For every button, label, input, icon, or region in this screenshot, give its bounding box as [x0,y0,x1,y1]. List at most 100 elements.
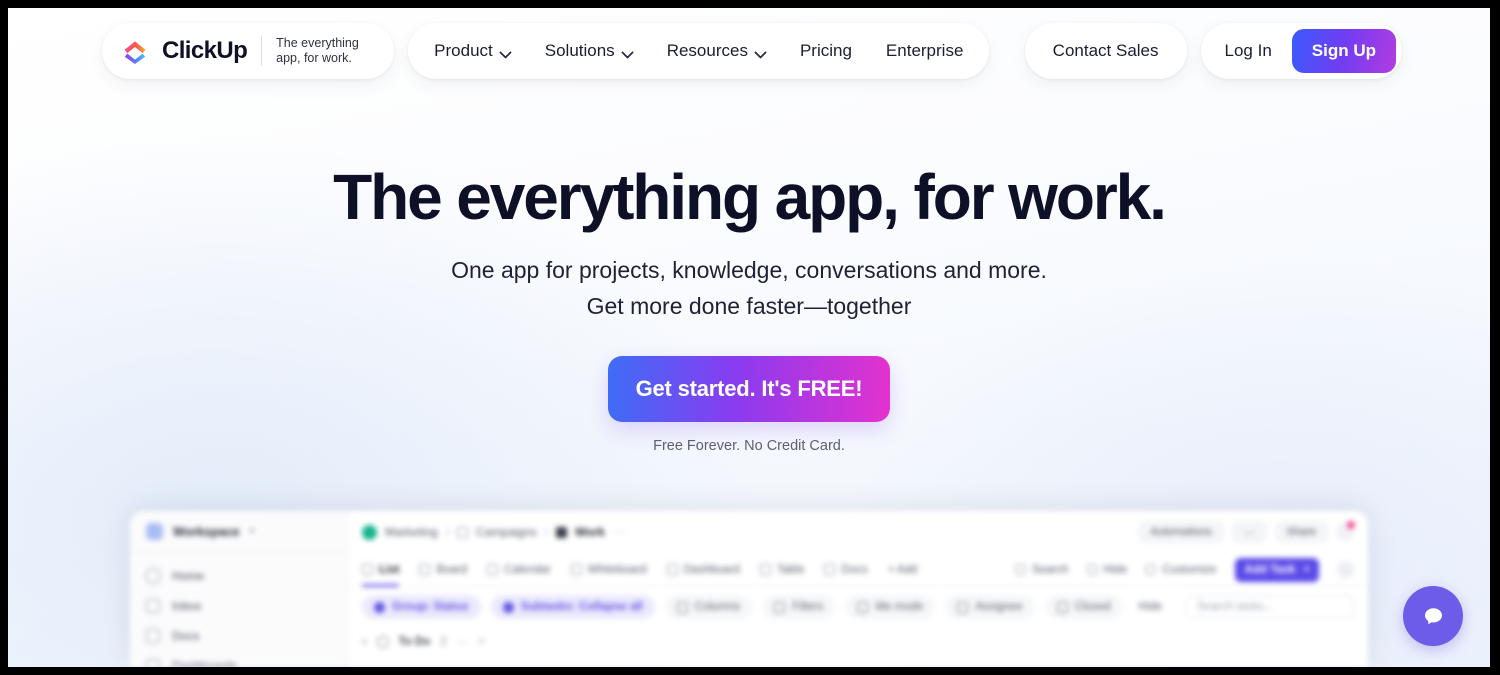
task-group-header: ▾ To Do 2 ⋯ + [348,627,1368,657]
sidebar-item-docs[interactable]: Docs [130,621,347,651]
group-icon [374,601,385,613]
task-group-count: 2 [440,636,447,648]
columns-icon [676,601,688,613]
auth-pill: Log In Sign Up [1200,23,1402,79]
workspace-name: Workspace [173,524,240,539]
sidebar-item-inbox-label: Inbox [172,599,202,613]
contact-sales-link[interactable]: Contact Sales [1053,41,1159,61]
logo-tagline: The everything app, for work. [276,36,359,65]
add-task-button[interactable]: Add Task ▾ [1234,557,1319,582]
filters-chip[interactable]: Filters [762,595,836,619]
tab-board-label: Board [436,563,468,576]
sign-up-button[interactable]: Sign Up [1291,29,1396,73]
avatar[interactable] [1337,561,1354,578]
view-tools-group: Search Hide Customize Add Task ▾ [1015,557,1354,582]
search-button[interactable]: Search [1015,564,1069,576]
tab-whiteboard-label: Whiteboard [587,563,647,576]
workspace-avatar [146,523,163,540]
page-title: The everything app, for work. [333,161,1167,233]
hero-subheading-line-1: One app for projects, knowledge, convers… [451,257,1047,283]
subtasks-icon [502,601,514,613]
app-preview-main: Marketing / Campaigns / Work ⋯ Automatio… [348,511,1368,667]
dashboards-icon [146,659,160,667]
person-icon [857,601,869,613]
columns-chip[interactable]: Columns [664,595,753,619]
more-options-button[interactable]: ⋯ [1231,521,1267,543]
app-preview-sidebar: Workspace ▾ Home Inbox Docs Dashboards [130,511,348,667]
tab-docs-label: Docs [841,563,868,576]
share-button[interactable]: Share [1274,521,1328,543]
chevron-down-icon[interactable]: ▾ [362,637,367,648]
clickup-landing-page: ClickUp The everything app, for work. Pr… [8,8,1490,667]
breadcrumb-list[interactable]: Work [575,525,605,539]
subtasks-chip[interactable]: Subtasks: Collapse all [490,595,655,619]
nav-item-pricing[interactable]: Pricing [800,41,852,61]
board-view-icon [419,564,431,575]
status-badge [376,636,389,648]
home-icon [146,569,160,583]
dashboard-view-icon [666,564,678,575]
sidebar-item-inbox[interactable]: Inbox [130,591,347,621]
log-in-link[interactable]: Log In [1225,41,1272,61]
tab-docs[interactable]: Docs [824,553,868,587]
sidebar-item-dashboards[interactable]: Dashboards [130,651,347,667]
sidebar-item-home[interactable]: Home [130,561,347,591]
add-view-label: + Add [887,563,918,576]
tab-dashboard[interactable]: Dashboard [666,553,740,587]
chevron-down-icon [500,48,511,55]
nav-item-solutions[interactable]: Solutions [545,41,633,61]
hide-filters-button[interactable]: Hide [1133,601,1169,613]
chat-bubble-button[interactable] [1403,586,1463,646]
logo-pill[interactable]: ClickUp The everything app, for work. [102,23,395,79]
filters-label: Filters [792,601,824,613]
columns-label: Columns [694,601,741,613]
filter-bar: Group: Status Subtasks: Collapse all Col… [348,587,1368,627]
hero-subheading: One app for projects, knowledge, convers… [8,252,1490,324]
task-group-more-icon[interactable]: ⋯ [457,635,469,649]
workspace-switcher[interactable]: Workspace ▾ [130,511,347,553]
task-group-add-icon[interactable]: + [478,636,485,648]
hide-button[interactable]: Hide [1086,564,1127,576]
tab-calendar-label: Calendar [504,563,551,576]
tab-board[interactable]: Board [419,553,467,587]
clickup-logo-icon [122,38,148,64]
chevron-down-icon[interactable]: ▾ [1304,564,1309,575]
add-view-button[interactable]: + Add [888,553,918,587]
closed-chip[interactable]: Closed [1044,595,1123,619]
chevron-down-icon [622,48,633,55]
nav-item-resources[interactable]: Resources [667,41,766,61]
eye-off-icon [1086,564,1098,575]
group-status-chip[interactable]: Group: Status [362,595,481,619]
customize-button[interactable]: Customize [1145,564,1217,576]
automations-button[interactable]: Automations [1138,521,1224,543]
assignee-chip[interactable]: Assignee [945,595,1035,619]
breadcrumb-separator: / [445,525,450,539]
view-tabs-bar: List Board Calendar Whiteboard Dashboard [348,553,1368,587]
notifications-avatar[interactable] [1336,521,1355,541]
breadcrumb-more-icon[interactable]: ⋯ [613,525,625,539]
nav-item-enterprise[interactable]: Enterprise [886,41,963,61]
list-icon [556,526,568,538]
app-preview-card: Workspace ▾ Home Inbox Docs Dashboards M… [130,511,1368,667]
search-tasks-input[interactable]: Search tasks... [1186,595,1354,619]
task-group-name: To Do [398,636,431,648]
closed-icon [1056,601,1068,613]
breadcrumb-folder[interactable]: Campaigns [476,525,537,539]
contact-sales-pill[interactable]: Contact Sales [1024,23,1187,79]
tab-list[interactable]: List [362,553,400,587]
sidebar-item-dashboards-label: Dashboards [172,659,237,667]
inbox-icon [146,599,160,613]
tab-calendar[interactable]: Calendar [487,553,551,587]
nav-item-product[interactable]: Product [434,41,511,61]
nav-item-pricing-label: Pricing [799,41,852,60]
search-icon [1015,564,1027,575]
breadcrumb-separator: / [544,525,549,539]
me-mode-chip[interactable]: Me mode [845,595,936,619]
breadcrumb-space[interactable]: Marketing [385,525,438,539]
sidebar-nav-list: Home Inbox Docs Dashboards [130,553,347,667]
tab-table[interactable]: Table [759,553,804,587]
tab-whiteboard[interactable]: Whiteboard [570,553,647,587]
add-task-label: Add Task [1244,563,1296,576]
assignee-icon [957,601,969,613]
get-started-button[interactable]: Get started. It's FREE! [608,356,890,422]
